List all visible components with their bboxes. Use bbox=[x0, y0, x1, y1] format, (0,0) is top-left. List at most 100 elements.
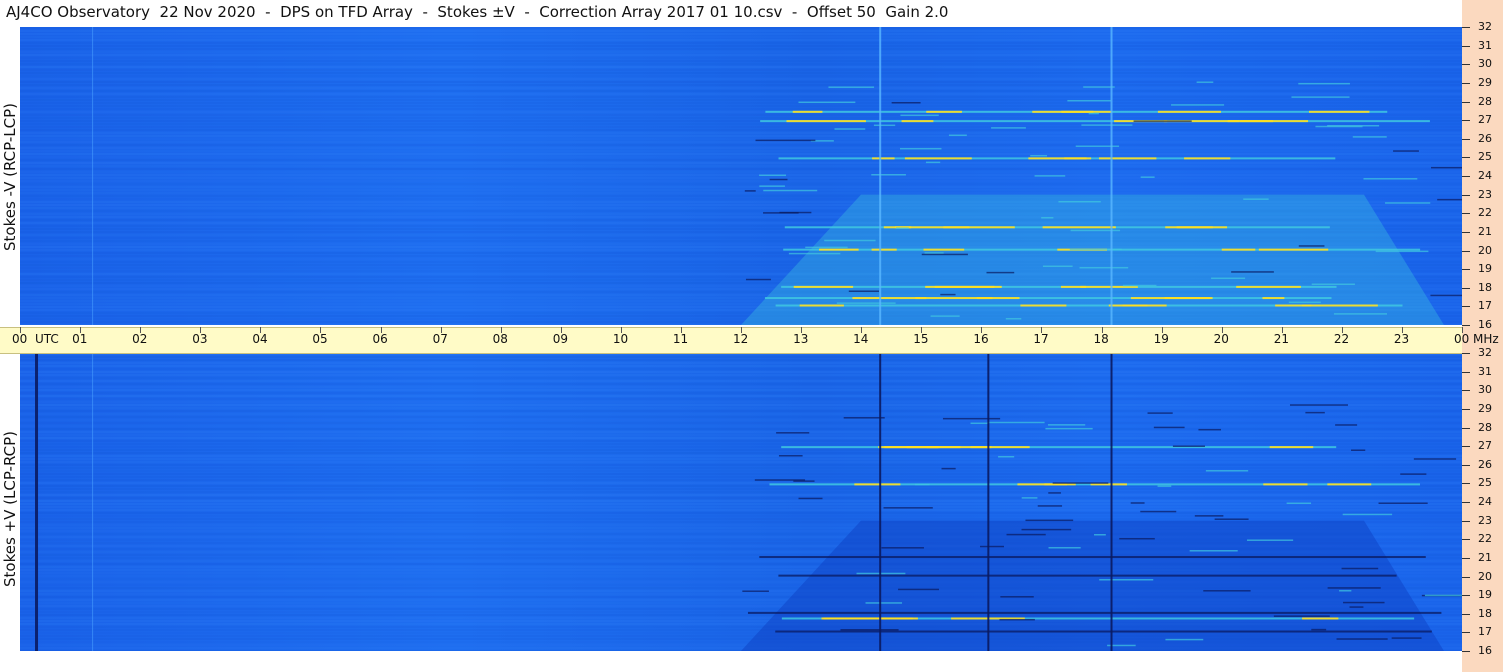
signal-streak bbox=[1231, 271, 1274, 273]
emission-peak bbox=[799, 304, 844, 307]
mhz-tick-label: 30 bbox=[1478, 57, 1492, 71]
signal-streak bbox=[824, 239, 876, 242]
background-band bbox=[20, 75, 1462, 77]
utc-tick-label: 14 bbox=[853, 332, 869, 346]
signal-streak bbox=[1327, 587, 1381, 589]
emission-peak bbox=[871, 248, 897, 251]
background-band bbox=[20, 147, 1462, 149]
mhz-tick-label: 25 bbox=[1478, 150, 1492, 164]
mhz-tick bbox=[1462, 464, 1470, 466]
signal-streak bbox=[1088, 112, 1099, 115]
background-band bbox=[20, 479, 1462, 481]
background-band bbox=[20, 33, 1462, 35]
utc-tick-label: 08 bbox=[492, 332, 508, 346]
mhz-tick bbox=[1462, 371, 1470, 373]
signal-streak bbox=[1291, 96, 1350, 98]
signal-streak bbox=[998, 455, 1015, 458]
emission-peak bbox=[1157, 110, 1221, 113]
background-band bbox=[20, 66, 1462, 68]
signal-streak bbox=[948, 134, 967, 137]
signal-streak bbox=[1391, 637, 1422, 639]
background-band bbox=[20, 93, 1462, 95]
signal-streak bbox=[898, 588, 939, 591]
signal-streak bbox=[1034, 175, 1066, 177]
emission-peak bbox=[792, 110, 823, 113]
mhz-tick bbox=[1462, 390, 1470, 392]
signal-streak bbox=[1311, 628, 1327, 631]
bottom-panel-ylabel: Stokes +V (LCP-RCP) bbox=[1, 431, 19, 587]
background-band bbox=[20, 437, 1462, 439]
signal-streak bbox=[1048, 492, 1061, 494]
utc-tick-label: 11 bbox=[672, 332, 689, 346]
background-band bbox=[20, 138, 1462, 140]
signal-streak bbox=[940, 293, 956, 296]
background-band bbox=[20, 81, 1462, 83]
mhz-tick-label: 27 bbox=[1478, 439, 1492, 453]
background-band bbox=[20, 180, 1462, 182]
emission-peak bbox=[1308, 110, 1370, 113]
emission-peak bbox=[970, 446, 1030, 449]
mhz-tick bbox=[1462, 613, 1470, 615]
signal-streak bbox=[941, 467, 956, 470]
signal-streak bbox=[759, 174, 787, 177]
signal-streak bbox=[1437, 198, 1462, 201]
background-band bbox=[20, 491, 1462, 493]
signal-streak bbox=[843, 417, 885, 419]
utc-tick-label: 13 bbox=[793, 332, 809, 346]
signal-streak bbox=[1214, 518, 1249, 520]
background-band bbox=[20, 105, 1462, 107]
signal-streak bbox=[1203, 590, 1251, 592]
emission-peak bbox=[1165, 226, 1228, 229]
signal-streak bbox=[788, 252, 841, 255]
background-band bbox=[20, 455, 1462, 457]
signal-streak bbox=[999, 618, 1035, 621]
signal-streak bbox=[1305, 411, 1325, 414]
mhz-tick bbox=[1462, 520, 1470, 522]
vertical-interference-line bbox=[1110, 353, 1113, 651]
signal-streak bbox=[1099, 579, 1154, 581]
background-band bbox=[20, 174, 1462, 176]
emission-peak bbox=[1269, 446, 1314, 449]
utc-time-axis bbox=[0, 327, 1462, 354]
signal-streak bbox=[805, 246, 848, 249]
signal-streak bbox=[1045, 427, 1093, 430]
emission-peak bbox=[923, 248, 965, 251]
signal-streak bbox=[1205, 470, 1249, 472]
signal-streak bbox=[970, 422, 988, 425]
signal-streak bbox=[793, 480, 815, 482]
signal-streak bbox=[1042, 265, 1073, 268]
mhz-tick-label: 18 bbox=[1478, 280, 1492, 294]
emission-peak bbox=[904, 157, 972, 160]
background-band bbox=[20, 186, 1462, 188]
signal-streak bbox=[1298, 82, 1350, 85]
utc-tick-label: 17 bbox=[1033, 332, 1049, 346]
signal-streak bbox=[1393, 150, 1419, 152]
background-band bbox=[20, 476, 1462, 478]
background-band bbox=[20, 126, 1462, 128]
signal-streak bbox=[986, 271, 1015, 274]
signal-streak bbox=[1431, 166, 1462, 169]
signal-streak bbox=[871, 174, 906, 176]
emission-peak bbox=[1301, 304, 1378, 307]
mhz-tick bbox=[1462, 651, 1470, 652]
signal-streak bbox=[828, 86, 875, 88]
stokes-minus-v-spectrogram bbox=[20, 27, 1462, 325]
emission-peak bbox=[1302, 617, 1339, 620]
background-band bbox=[20, 425, 1462, 427]
background-band bbox=[20, 506, 1462, 508]
mhz-tick bbox=[1462, 157, 1470, 159]
background-band bbox=[20, 440, 1462, 442]
chart-title: AJ4CO Observatory 22 Nov 2020 - DPS on T… bbox=[6, 3, 949, 21]
emission-peak bbox=[852, 297, 927, 300]
background-band bbox=[20, 87, 1462, 89]
mhz-tick-label: 26 bbox=[1478, 131, 1492, 145]
background-band bbox=[20, 150, 1462, 152]
background-band bbox=[20, 383, 1462, 385]
background-band bbox=[20, 72, 1462, 74]
signal-streak bbox=[1286, 502, 1312, 504]
signal-streak bbox=[848, 290, 879, 292]
mhz-tick-label: 32 bbox=[1478, 346, 1492, 359]
mhz-tick bbox=[1462, 120, 1470, 122]
emission-peak bbox=[1236, 285, 1301, 288]
mhz-tick-label: 16 bbox=[1478, 644, 1492, 657]
